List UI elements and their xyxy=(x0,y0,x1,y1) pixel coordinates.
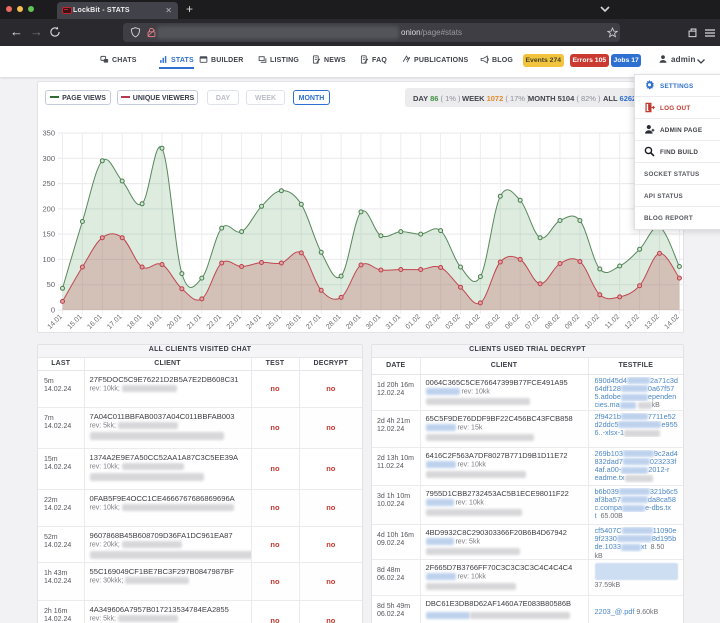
svg-text:15.01: 15.01 xyxy=(66,313,83,330)
svg-text:02.02: 02.02 xyxy=(425,313,442,330)
svg-text:300: 300 xyxy=(42,154,55,163)
svg-text:29.01: 29.01 xyxy=(345,313,362,330)
svg-text:01.02: 01.02 xyxy=(405,313,422,330)
svg-text:350: 350 xyxy=(42,129,55,138)
svg-text:13.02: 13.02 xyxy=(644,313,661,330)
svg-text:09.02: 09.02 xyxy=(564,313,581,330)
svg-text:30.01: 30.01 xyxy=(365,313,382,330)
svg-text:23.01: 23.01 xyxy=(226,313,243,330)
svg-text:03.02: 03.02 xyxy=(445,313,462,330)
svg-text:06.02: 06.02 xyxy=(504,313,521,330)
svg-text:26.01: 26.01 xyxy=(285,313,302,330)
svg-text:14.02: 14.02 xyxy=(663,313,680,330)
svg-text:08.02: 08.02 xyxy=(544,313,561,330)
svg-text:28.01: 28.01 xyxy=(325,313,342,330)
svg-text:11.02: 11.02 xyxy=(604,313,621,330)
svg-text:12.02: 12.02 xyxy=(624,313,641,330)
svg-text:19.01: 19.01 xyxy=(146,313,163,330)
svg-text:18.01: 18.01 xyxy=(126,313,143,330)
svg-text:150: 150 xyxy=(42,230,55,239)
svg-text:0: 0 xyxy=(51,306,55,315)
svg-text:21.01: 21.01 xyxy=(186,313,203,330)
svg-text:16.01: 16.01 xyxy=(86,313,103,330)
svg-text:14.01: 14.01 xyxy=(47,313,64,330)
svg-text:20.01: 20.01 xyxy=(166,313,183,330)
svg-text:250: 250 xyxy=(42,179,55,188)
svg-text:200: 200 xyxy=(42,204,55,213)
svg-text:10.02: 10.02 xyxy=(584,313,601,330)
svg-text:27.01: 27.01 xyxy=(305,313,322,330)
svg-text:05.02: 05.02 xyxy=(484,313,501,330)
svg-text:50: 50 xyxy=(47,280,55,289)
svg-text:31.01: 31.01 xyxy=(385,313,402,330)
svg-text:17.01: 17.01 xyxy=(106,313,123,330)
svg-text:100: 100 xyxy=(42,255,55,264)
svg-text:07.02: 07.02 xyxy=(524,313,541,330)
svg-text:25.01: 25.01 xyxy=(265,313,282,330)
svg-text:22.01: 22.01 xyxy=(206,313,223,330)
svg-text:24.01: 24.01 xyxy=(246,313,263,330)
svg-text:04.02: 04.02 xyxy=(464,313,481,330)
